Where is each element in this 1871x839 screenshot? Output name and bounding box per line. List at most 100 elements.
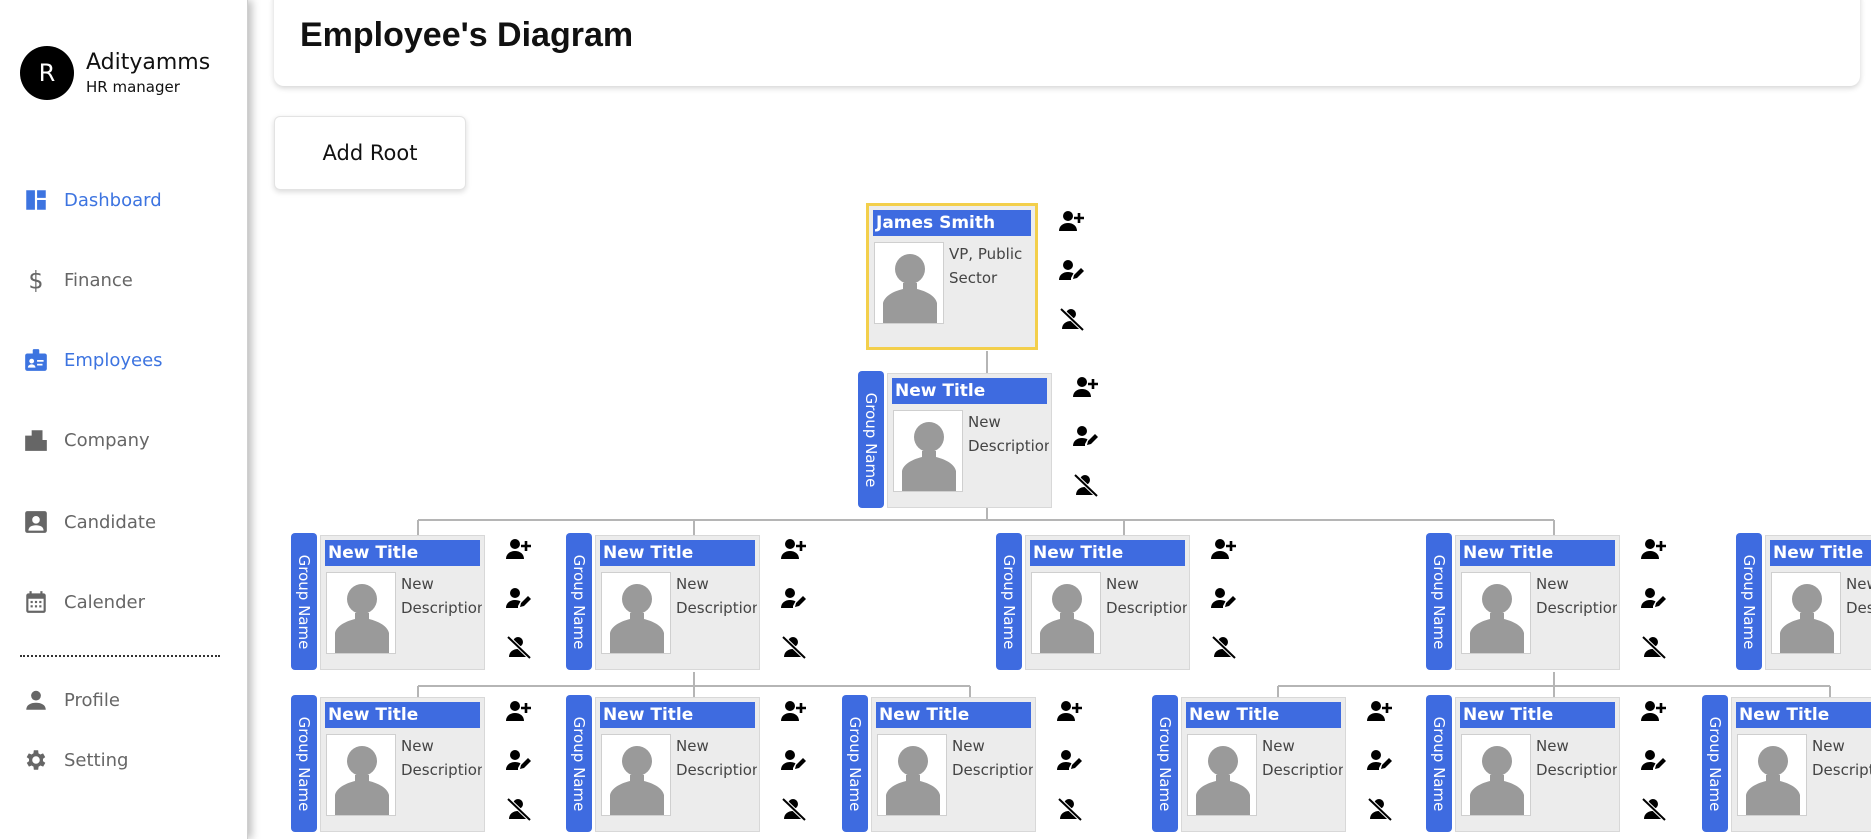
group-name-tag[interactable]: Group Name	[291, 533, 317, 670]
employee-card[interactable]: New Title New Description	[320, 697, 485, 832]
remove-person-icon[interactable]	[1070, 469, 1102, 501]
add-person-icon[interactable]	[1638, 695, 1670, 727]
add-person-icon[interactable]	[1638, 533, 1670, 565]
remove-person-icon[interactable]	[1056, 303, 1088, 335]
employee-photo	[601, 734, 671, 816]
group-name-tag[interactable]: Group Name	[1702, 695, 1728, 832]
employee-card[interactable]: New Title New Description	[1181, 697, 1346, 832]
sidebar-item-company[interactable]: Company	[22, 424, 150, 456]
edit-person-icon[interactable]	[1070, 420, 1102, 452]
avatar[interactable]: R	[20, 46, 74, 100]
employee-description: New Description	[401, 737, 482, 779]
group-name-label: Group Name	[570, 554, 588, 649]
edit-person-icon[interactable]	[503, 744, 535, 776]
group-name-tag[interactable]: Group Name	[858, 371, 884, 508]
root-employee-card[interactable]: James Smith VP, Public Sector	[866, 203, 1038, 350]
group-name-tag[interactable]: Group Name	[566, 533, 592, 670]
employee-card[interactable]: New Title New Description	[595, 697, 760, 832]
employee-description: New Description	[1812, 737, 1871, 779]
group-name-label: Group Name	[846, 716, 864, 811]
sidebar-item-label: Candidate	[64, 511, 157, 533]
edit-person-icon[interactable]	[1054, 744, 1086, 776]
remove-person-icon[interactable]	[1638, 793, 1670, 825]
sidebar-item-profile[interactable]: Profile	[22, 684, 120, 716]
edit-person-icon[interactable]	[1638, 582, 1670, 614]
sidebar-item-setting[interactable]: Setting	[22, 744, 128, 776]
sidebar: R Adityamms HR manager Dashboard $ Finan…	[0, 0, 248, 839]
sidebar-item-label: Profile	[64, 689, 120, 711]
node-actions	[778, 695, 810, 839]
employee-card[interactable]: New Title New Description	[887, 373, 1052, 508]
add-person-icon[interactable]	[778, 695, 810, 727]
remove-person-icon[interactable]	[1364, 793, 1396, 825]
add-person-icon[interactable]	[1364, 695, 1396, 727]
employee-description: New Description	[1536, 737, 1617, 779]
group-name-tag[interactable]: Group Name	[1426, 533, 1452, 670]
dollar-icon: $	[22, 266, 50, 294]
sidebar-item-finance[interactable]: $ Finance	[22, 264, 132, 296]
remove-person-icon[interactable]	[1638, 631, 1670, 663]
sidebar-item-calender[interactable]: Calender	[22, 586, 145, 618]
remove-person-icon[interactable]	[1208, 631, 1240, 663]
employee-card[interactable]: New Title New Description	[595, 535, 760, 670]
edit-person-icon[interactable]	[1364, 744, 1396, 776]
edit-person-icon[interactable]	[1056, 254, 1088, 286]
group-name-tag[interactable]: Group Name	[842, 695, 868, 832]
employee-title: New Title	[892, 378, 1047, 404]
sidebar-item-dashboard[interactable]: Dashboard	[22, 184, 162, 216]
add-person-icon[interactable]	[1054, 695, 1086, 727]
edit-person-icon[interactable]	[1638, 744, 1670, 776]
add-person-icon[interactable]	[778, 533, 810, 565]
contact-icon	[22, 508, 50, 536]
remove-person-icon[interactable]	[778, 793, 810, 825]
sidebar-divider	[20, 655, 220, 657]
building-icon	[22, 426, 50, 454]
remove-person-icon[interactable]	[503, 793, 535, 825]
group-name-tag[interactable]: Group Name	[1736, 533, 1762, 670]
edit-person-icon[interactable]	[1208, 582, 1240, 614]
sidebar-item-label: Setting	[64, 749, 129, 771]
sidebar-item-candidate[interactable]: Candidate	[22, 506, 156, 538]
employee-card[interactable]: New Title New Description	[1455, 697, 1620, 832]
add-root-button[interactable]: Add Root	[274, 116, 466, 190]
employee-card[interactable]: New Title New Description	[1025, 535, 1190, 670]
group-name-tag[interactable]: Group Name	[996, 533, 1022, 670]
employee-card[interactable]: New Title New Description	[1731, 697, 1871, 832]
user-role: HR manager	[86, 78, 180, 96]
employee-card[interactable]: New Title New Description	[871, 697, 1036, 832]
employee-title: New Title	[1460, 702, 1615, 728]
employee-card[interactable]: New Title New Description	[1765, 535, 1871, 670]
employee-title: New Title	[325, 540, 480, 566]
remove-person-icon[interactable]	[778, 631, 810, 663]
node-actions	[1054, 695, 1086, 839]
employee-description: New Description	[968, 413, 1049, 455]
header-card: Employee's Diagram	[274, 0, 1860, 86]
employee-title: New Title	[1770, 540, 1871, 566]
employee-card[interactable]: New Title New Description	[1455, 535, 1620, 670]
add-person-icon[interactable]	[1208, 533, 1240, 565]
sidebar-item-employees[interactable]: Employees	[22, 344, 163, 376]
add-person-icon[interactable]	[503, 695, 535, 727]
edit-person-icon[interactable]	[778, 744, 810, 776]
employee-description: New Description	[1262, 737, 1343, 779]
remove-person-icon[interactable]	[1054, 793, 1086, 825]
group-name-label: Group Name	[1740, 554, 1758, 649]
remove-person-icon[interactable]	[503, 631, 535, 663]
group-name-tag[interactable]: Group Name	[291, 695, 317, 832]
group-name-tag[interactable]: Group Name	[1152, 695, 1178, 832]
employee-photo	[326, 734, 396, 816]
group-name-label: Group Name	[1000, 554, 1018, 649]
add-person-icon[interactable]	[503, 533, 535, 565]
employee-card[interactable]: New Title New Description	[320, 535, 485, 670]
group-name-tag[interactable]: Group Name	[1426, 695, 1452, 832]
add-person-icon[interactable]	[1056, 205, 1088, 237]
group-name-tag[interactable]: Group Name	[566, 695, 592, 832]
edit-person-icon[interactable]	[778, 582, 810, 614]
edit-person-icon[interactable]	[503, 582, 535, 614]
group-name-label: Group Name	[1430, 554, 1448, 649]
add-person-icon[interactable]	[1070, 371, 1102, 403]
sidebar-item-label: Employees	[64, 349, 163, 371]
employee-title: New Title	[325, 702, 480, 728]
node-actions	[1364, 695, 1396, 839]
group-name-label: Group Name	[862, 392, 880, 487]
